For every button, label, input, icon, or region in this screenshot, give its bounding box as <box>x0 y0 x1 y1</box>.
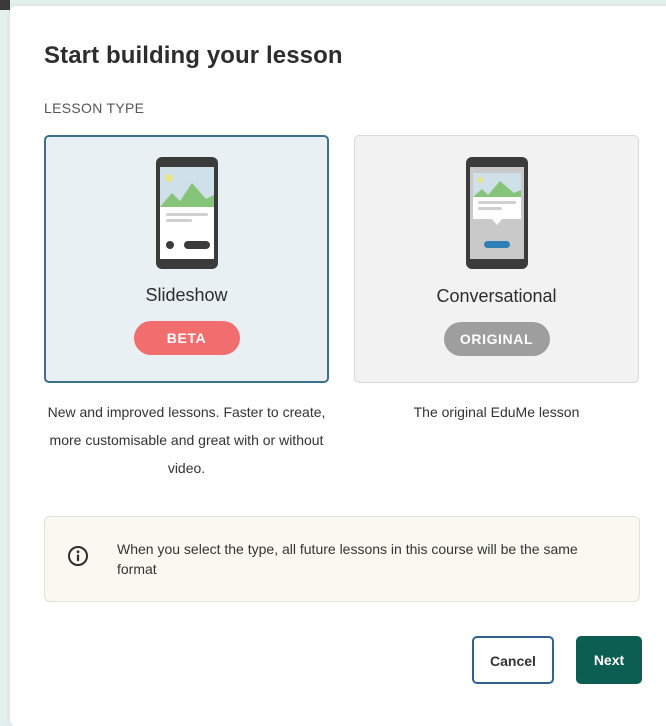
info-text: When you select the type, all future les… <box>117 541 578 577</box>
conversational-phone-illustration <box>465 157 528 269</box>
slideshow-phone-illustration <box>155 157 218 269</box>
info-icon <box>67 545 89 567</box>
cancel-button[interactable]: Cancel <box>472 636 554 684</box>
lesson-type-card-slideshow[interactable]: Slideshow BETA <box>44 135 329 383</box>
conversational-description: The original EduMe lesson <box>413 404 580 420</box>
section-label: LESSON TYPE <box>44 100 145 116</box>
lesson-type-modal: Start building your lesson LESSON TYPE S… <box>10 6 666 726</box>
modal-title: Start building your lesson <box>44 42 343 69</box>
card-label-slideshow: Slideshow <box>145 285 228 305</box>
card-label-conversational: Conversational <box>436 286 557 306</box>
slideshow-description: New and improved lessons. Faster to crea… <box>47 404 326 476</box>
badge-original: ORIGINAL <box>443 322 550 356</box>
window-corner <box>0 0 10 10</box>
info-banner: When you select the type, all future les… <box>44 516 640 602</box>
badge-beta: BETA <box>133 321 240 355</box>
lesson-type-card-conversational[interactable]: Conversational ORIGINAL <box>354 135 639 383</box>
next-button[interactable]: Next <box>576 636 642 684</box>
